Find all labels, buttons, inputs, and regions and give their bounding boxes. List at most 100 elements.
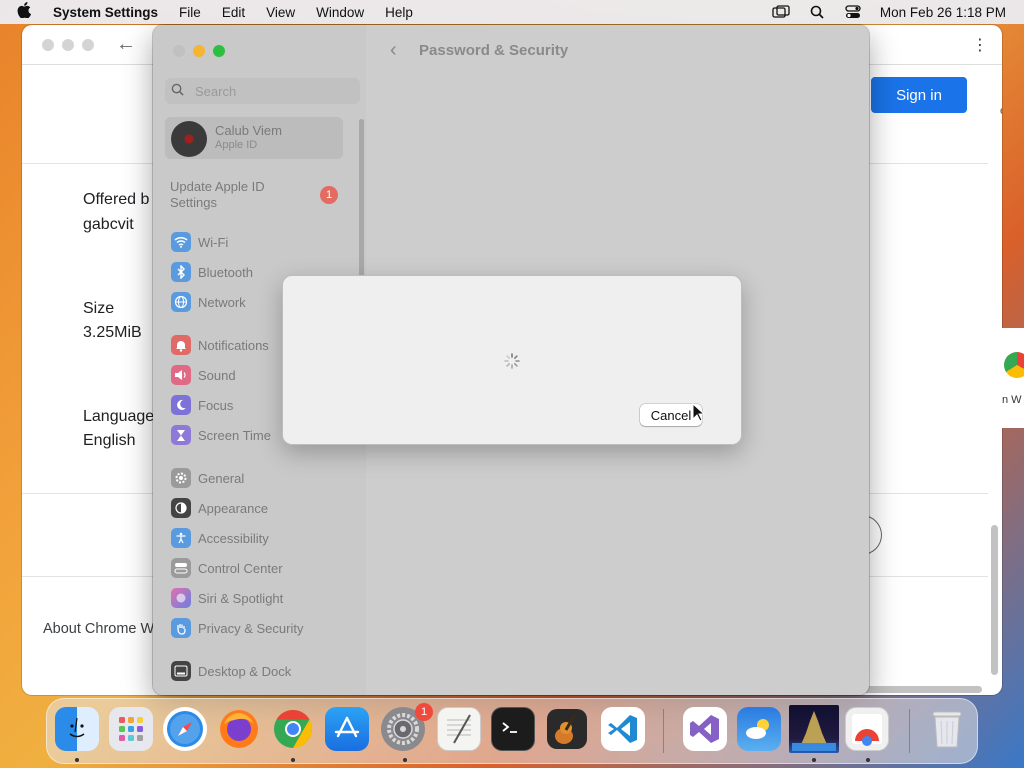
textedit-icon[interactable] — [437, 707, 481, 751]
control-center-icon — [171, 558, 191, 578]
wifi-icon — [171, 232, 191, 252]
menu-edit[interactable]: Edit — [222, 5, 245, 20]
sign-in-button[interactable]: Sign in — [871, 77, 967, 113]
vscode-icon[interactable] — [601, 707, 645, 751]
avatar — [171, 121, 207, 157]
sidebar-item-accessibility[interactable]: Accessibility — [171, 527, 269, 549]
dock-icon — [171, 661, 191, 681]
zoom-button[interactable] — [213, 45, 225, 57]
loading-dialog: Cancel — [282, 275, 742, 445]
appearance-icon — [171, 498, 191, 518]
sidebar-item-control-center[interactable]: Control Center — [171, 557, 283, 579]
gear-icon — [171, 468, 191, 488]
back-chevron-icon[interactable]: ‹ — [390, 39, 397, 62]
screen-mirroring-icon[interactable] — [772, 5, 790, 19]
sidebar-scrollbar[interactable] — [359, 119, 364, 279]
close-button[interactable] — [42, 39, 54, 51]
sidebar-item-privacy-security[interactable]: Privacy & Security — [171, 617, 303, 639]
sidebar-item-label: Network — [198, 294, 246, 310]
sidebar-item-desktop-dock[interactable]: Desktop & Dock — [171, 660, 291, 682]
weather-icon[interactable] — [737, 707, 781, 751]
update-apple-id-item[interactable]: Update Apple ID Settings — [170, 179, 300, 211]
garageband-icon[interactable] — [545, 707, 589, 751]
partial-window: n W — [1002, 328, 1024, 428]
close-button[interactable] — [173, 45, 185, 57]
dock-separator — [663, 709, 664, 753]
dock-separator — [909, 709, 910, 753]
search-field[interactable]: Search — [165, 78, 360, 104]
sidebar-item-screen-time[interactable]: Screen Time — [171, 424, 271, 446]
sidebar-item-network[interactable]: Network — [171, 291, 246, 313]
running-indicator — [75, 758, 79, 762]
sidebar-item-appearance[interactable]: Appearance — [171, 497, 268, 519]
menu-bar: System Settings File Edit View Window He… — [0, 0, 1024, 24]
terminal-icon[interactable] — [491, 707, 535, 751]
firefox-icon[interactable] — [217, 707, 261, 751]
language-value: English — [83, 432, 136, 449]
accessibility-icon — [171, 528, 191, 548]
preview-image-icon[interactable] — [789, 705, 839, 753]
running-indicator — [403, 758, 407, 762]
sidebar-item-focus[interactable]: Focus — [171, 394, 233, 416]
horizontal-scrollbar[interactable] — [862, 686, 982, 693]
vertical-scrollbar[interactable] — [991, 525, 998, 675]
menu-view[interactable]: View — [266, 5, 295, 20]
running-indicator — [812, 758, 816, 762]
sidebar-item-label: Siri & Spotlight — [198, 590, 284, 606]
size-value: 3.25MiB — [83, 324, 142, 341]
control-center-icon[interactable] — [844, 5, 862, 19]
window-controls — [173, 45, 225, 57]
sidebar-item-label: Sound — [198, 367, 236, 383]
menu-window[interactable]: Window — [316, 5, 364, 20]
sidebar-item-label: Accessibility — [198, 530, 269, 546]
sidebar-item-bluetooth[interactable]: Bluetooth — [171, 261, 253, 283]
apple-menu-icon[interactable] — [17, 2, 39, 22]
zoom-button[interactable] — [82, 39, 94, 51]
sidebar-item-general[interactable]: General — [171, 467, 244, 489]
spotlight-search-icon[interactable] — [808, 5, 826, 19]
safari-icon[interactable] — [163, 707, 207, 751]
sidebar-item-siri-spotlight[interactable]: Siri & Spotlight — [171, 587, 283, 609]
launchpad-icon[interactable] — [109, 707, 153, 751]
chrome-window-controls — [42, 39, 94, 51]
sidebar-item-label: Notifications — [198, 337, 269, 353]
sidebar-item-label: Bluetooth — [198, 264, 253, 280]
running-indicator — [291, 758, 295, 762]
minimize-button[interactable] — [62, 39, 74, 51]
trash-icon[interactable] — [925, 707, 969, 751]
update-badge: 1 — [320, 186, 338, 204]
minimize-button[interactable] — [193, 45, 205, 57]
partial-window-label: n W — [1002, 394, 1022, 406]
apple-id-profile[interactable]: Calub Viem Apple ID — [165, 117, 343, 159]
finder-icon[interactable] — [55, 707, 99, 751]
language-label: Language — [83, 408, 155, 425]
partial-text: e — [1000, 105, 1002, 117]
hand-icon — [171, 618, 191, 638]
visual-studio-icon[interactable] — [683, 707, 727, 751]
sidebar-item-label: Focus — [198, 397, 234, 413]
about-link[interactable]: About Chrome We — [43, 621, 162, 637]
siri-icon — [171, 588, 191, 608]
bell-icon — [171, 335, 191, 355]
app-store-icon[interactable] — [325, 707, 369, 751]
chrome-icon[interactable] — [271, 707, 315, 751]
menu-app-name[interactable]: System Settings — [53, 5, 158, 20]
offered-by-value: gabcvit — [83, 216, 134, 233]
menu-clock[interactable]: Mon Feb 26 1:18 PM — [880, 5, 1006, 20]
menu-help[interactable]: Help — [385, 5, 413, 20]
more-menu-icon[interactable]: ⋮ — [972, 35, 988, 55]
back-arrow-icon[interactable]: ← — [116, 33, 136, 56]
size-label: Size — [83, 300, 115, 317]
menu-file[interactable]: File — [179, 5, 201, 20]
hourglass-icon — [171, 425, 191, 445]
sidebar-item-sound[interactable]: Sound — [171, 364, 236, 386]
moon-icon — [171, 395, 191, 415]
chrome-app-icon[interactable] — [845, 707, 889, 751]
profile-name: Calub Viem — [215, 123, 282, 138]
profile-subtitle: Apple ID — [215, 139, 258, 151]
dock: 1 — [46, 698, 978, 764]
sidebar-item-label: Wi-Fi — [198, 234, 229, 250]
page-title: Password & Security — [419, 42, 569, 59]
sidebar-item-notifications[interactable]: Notifications — [171, 334, 269, 356]
sidebar-item-wifi[interactable]: Wi-Fi — [171, 231, 228, 253]
